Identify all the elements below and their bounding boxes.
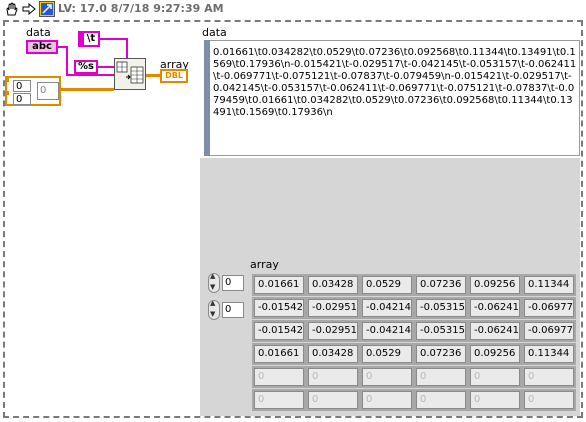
array-cell[interactable]: -0.02951 bbox=[308, 299, 358, 317]
array-cell[interactable]: 0 bbox=[470, 368, 520, 386]
array-cell[interactable]: -0.01542 bbox=[254, 322, 304, 340]
col-index-spinner[interactable] bbox=[208, 299, 220, 320]
array-cell[interactable]: 0 bbox=[308, 368, 358, 386]
format-string-constant[interactable]: %s bbox=[74, 60, 98, 74]
col-index-field[interactable]: 0 bbox=[222, 302, 244, 318]
arrow-right-icon[interactable] bbox=[22, 3, 36, 15]
spreadsheet-string-to-array-function[interactable] bbox=[114, 58, 146, 90]
array-cell[interactable]: 0.0529 bbox=[362, 345, 412, 363]
array-cell[interactable]: 0 bbox=[254, 368, 304, 386]
array-cell[interactable]: 0.11344 bbox=[524, 276, 574, 294]
tab-constant-value: \t bbox=[86, 33, 96, 44]
array-indicator-terminal[interactable]: DBL bbox=[160, 69, 188, 83]
array-cell[interactable]: 0.03428 bbox=[308, 276, 358, 294]
array-cell[interactable]: 0.07236 bbox=[416, 345, 466, 363]
array-cell[interactable]: 0 bbox=[416, 391, 466, 409]
version-label: LV: 17.0 8/7/18 9:27:39 AM bbox=[58, 2, 224, 15]
hand-pan-icon[interactable] bbox=[4, 2, 18, 16]
row-index-field[interactable]: 0 bbox=[222, 275, 244, 291]
data-string-indicator-edge bbox=[204, 40, 210, 156]
string-wire bbox=[66, 46, 68, 76]
data-string-value: 0.01661\t0.034282\t0.0529\t0.07236\t0.09… bbox=[213, 47, 577, 118]
array-cell[interactable]: 0 bbox=[362, 368, 412, 386]
array-cell[interactable]: -0.04214 bbox=[362, 299, 412, 317]
array-cell[interactable]: -0.02951 bbox=[308, 322, 358, 340]
index-spinner-marker bbox=[5, 78, 9, 82]
array-const-element[interactable]: 0 bbox=[37, 82, 59, 100]
array-cell[interactable]: -0.04214 bbox=[362, 322, 412, 340]
data-string-terminal[interactable]: abc bbox=[26, 40, 58, 54]
array-cell[interactable]: 0.03428 bbox=[308, 345, 358, 363]
format-constant-value: %s bbox=[78, 61, 94, 72]
array-cell[interactable]: 0 bbox=[308, 391, 358, 409]
labview-snippet-icon bbox=[39, 1, 55, 17]
array-const-index-col[interactable]: 0 bbox=[13, 93, 31, 105]
array-cell[interactable]: -0.05315 bbox=[416, 322, 466, 340]
array-cell[interactable]: -0.06977 bbox=[524, 322, 574, 340]
array-cell[interactable]: 0 bbox=[416, 368, 466, 386]
array-constant[interactable]: 0 0 0 bbox=[5, 76, 61, 106]
array-cell[interactable]: -0.05315 bbox=[416, 299, 466, 317]
snippet-toolbar: LV: 17.0 8/7/18 9:27:39 AM bbox=[0, 0, 586, 18]
array-cell[interactable]: 0.01661 bbox=[254, 345, 304, 363]
array-cell[interactable]: 0 bbox=[362, 391, 412, 409]
string-wire bbox=[98, 66, 114, 68]
array-cell[interactable]: 0 bbox=[470, 391, 520, 409]
array-cell[interactable]: 0 bbox=[524, 368, 574, 386]
array-cell[interactable]: 0.09256 bbox=[470, 345, 520, 363]
array-terminal-label: DBL bbox=[165, 71, 183, 80]
array-cell[interactable]: 0.09256 bbox=[470, 276, 520, 294]
row-index-spinner[interactable] bbox=[208, 272, 220, 293]
array-cell[interactable]: 0 bbox=[524, 391, 574, 409]
tab-string-constant[interactable]: \t bbox=[78, 31, 100, 47]
array-cell[interactable]: 0.0529 bbox=[362, 276, 412, 294]
index-spinner-marker bbox=[5, 91, 9, 95]
string-wire bbox=[100, 38, 128, 40]
data-indicator-label: data bbox=[202, 26, 227, 39]
array-cell[interactable]: 0.01661 bbox=[254, 276, 304, 294]
array-cell[interactable]: 0 bbox=[254, 391, 304, 409]
numeric-array-wire bbox=[61, 88, 114, 91]
array-cell[interactable]: 0.07236 bbox=[416, 276, 466, 294]
array-cell[interactable]: -0.06241 bbox=[470, 299, 520, 317]
array-const-index-row[interactable]: 0 bbox=[13, 80, 31, 92]
array-cell[interactable]: 0.11344 bbox=[524, 345, 574, 363]
spreadsheet-grid-icon bbox=[116, 61, 144, 84]
array-cell[interactable]: -0.06241 bbox=[470, 322, 520, 340]
data-indicator-label: data bbox=[26, 26, 51, 39]
data-terminal-label: abc bbox=[32, 41, 52, 52]
array-cell[interactable]: -0.06977 bbox=[524, 299, 574, 317]
array-cell[interactable]: -0.01542 bbox=[254, 299, 304, 317]
array-indicator-label: array bbox=[250, 258, 279, 271]
string-wire bbox=[66, 74, 114, 76]
